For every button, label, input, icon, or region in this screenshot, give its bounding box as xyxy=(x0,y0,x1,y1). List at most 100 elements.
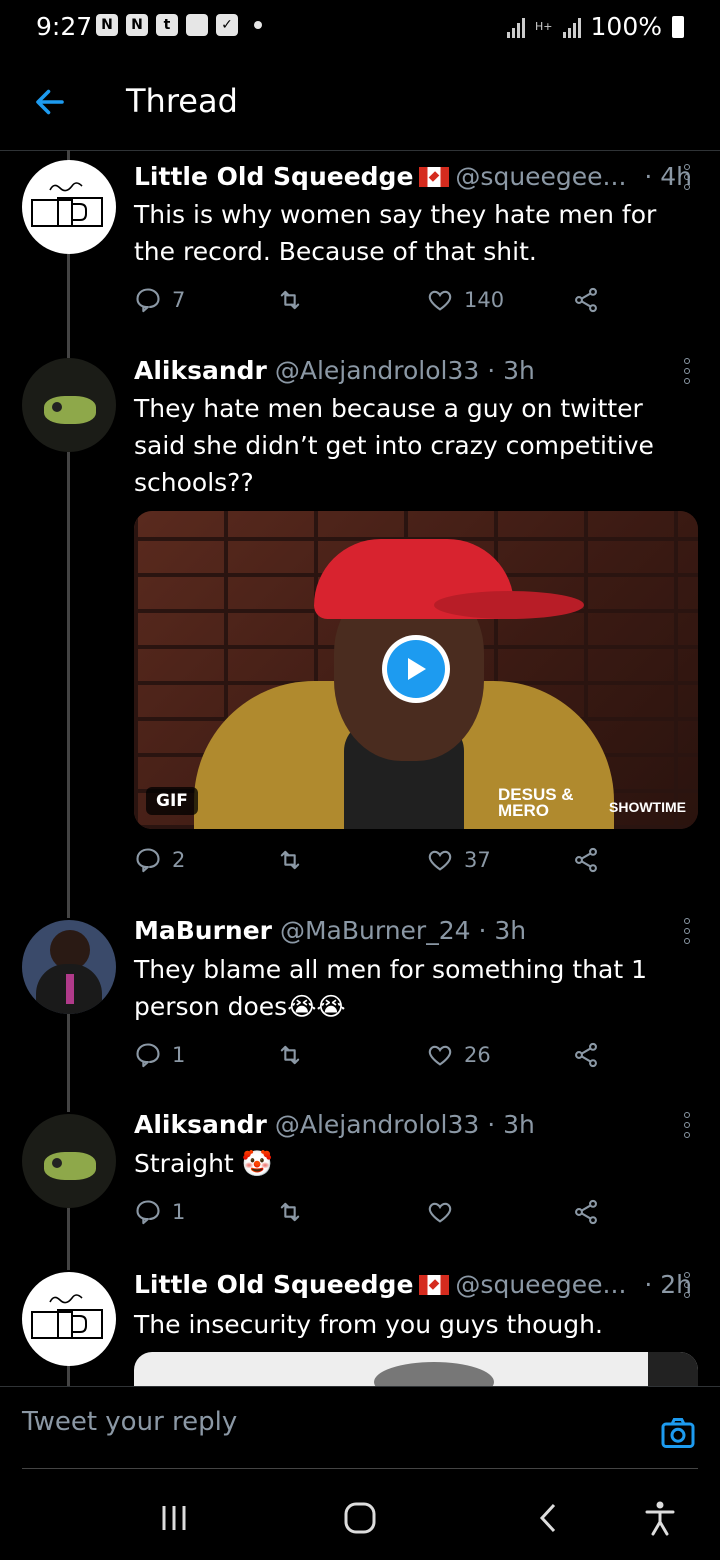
reply-button[interactable]: 7 xyxy=(134,286,185,314)
tweet-actions: 1 xyxy=(134,1198,614,1234)
reply-button[interactable]: 2 xyxy=(134,846,185,874)
camera-icon[interactable] xyxy=(660,1415,696,1451)
page-title: Thread xyxy=(126,82,238,120)
more-options-icon[interactable] xyxy=(682,164,692,190)
tweet-header: MaBurner @MaBurner_24 · 3h xyxy=(134,916,526,945)
like-button[interactable] xyxy=(426,1198,454,1226)
reply-button[interactable]: 1 xyxy=(134,1041,185,1069)
avatar[interactable] xyxy=(22,1272,116,1366)
user-handle[interactable]: @Alejandrolol33 · 3h xyxy=(275,1110,535,1139)
display-name[interactable]: Aliksandr xyxy=(134,356,267,385)
more-notifications-icon xyxy=(254,21,262,29)
n-app-icon: N xyxy=(126,14,148,36)
thread-line xyxy=(67,1014,70,1112)
twitter-icon: t xyxy=(156,14,178,36)
share-icon xyxy=(575,847,597,873)
gif-media[interactable]: GIF DESUS & MERO SHOWTIME xyxy=(134,511,698,829)
share-icon xyxy=(575,287,597,313)
wifi-signal-icon xyxy=(507,16,526,38)
display-name[interactable]: MaBurner xyxy=(134,916,272,945)
retweet-button[interactable] xyxy=(276,286,304,314)
retweet-icon xyxy=(280,1045,300,1065)
battery-percent: 100% xyxy=(590,12,662,41)
recent-apps-button[interactable] xyxy=(154,1498,194,1538)
tweet-text: This is why women say they hate men for … xyxy=(134,200,657,266)
share-button[interactable] xyxy=(572,846,600,874)
tweet-header: Aliksandr @Alejandrolol33 · 3h xyxy=(134,1110,535,1139)
like-button[interactable]: 26 xyxy=(426,1041,491,1069)
more-options-icon[interactable] xyxy=(682,1112,692,1138)
share-button[interactable] xyxy=(572,286,600,314)
more-options-icon[interactable] xyxy=(682,1272,692,1298)
more-options-icon[interactable] xyxy=(682,358,692,384)
accessibility-button[interactable] xyxy=(640,1498,680,1538)
media-brand-logo: DESUS & MERO xyxy=(498,785,574,820)
play-button[interactable] xyxy=(382,635,450,703)
tweet-header: Aliksandr @Alejandrolol33 · 3h xyxy=(134,356,535,385)
canada-flag-icon xyxy=(419,1275,450,1295)
reply-icon xyxy=(136,1043,160,1068)
retweet-icon xyxy=(280,290,300,310)
home-icon xyxy=(344,1502,376,1534)
reply-input[interactable]: Tweet your reply xyxy=(22,1407,237,1437)
tweet-header: Little Old Squeedge @squeegee... · 2h xyxy=(134,1270,692,1299)
thread-line xyxy=(67,452,70,918)
status-right: H+ 100% xyxy=(507,12,684,41)
avatar[interactable] xyxy=(22,920,116,1014)
retweet-button[interactable] xyxy=(276,1198,304,1226)
back-arrow-icon[interactable] xyxy=(32,84,68,120)
user-handle[interactable]: @Alejandrolol33 · 3h xyxy=(275,356,535,385)
user-handle[interactable]: @MaBurner_24 · 3h xyxy=(280,916,526,945)
mug-drawing-icon xyxy=(31,1294,103,1339)
thread-line xyxy=(67,254,70,358)
tweet-actions: 1 26 xyxy=(134,1041,614,1077)
avatar[interactable] xyxy=(22,160,116,254)
share-button[interactable] xyxy=(572,1198,600,1226)
status-time: 9:27 xyxy=(36,12,93,41)
netflix-icon: N xyxy=(96,14,118,36)
battery-icon xyxy=(672,15,684,38)
app-header: Thread xyxy=(0,56,720,151)
user-handle[interactable]: @squeegee... xyxy=(455,162,626,191)
like-button[interactable]: 37 xyxy=(426,846,491,874)
more-options-icon[interactable] xyxy=(682,918,692,944)
thread-line xyxy=(67,1208,70,1270)
image-media[interactable] xyxy=(134,1352,698,1386)
media-figure xyxy=(434,591,584,619)
tweet-actions: 7 140 xyxy=(134,286,614,322)
display-name[interactable]: Aliksandr xyxy=(134,1110,267,1139)
play-icon xyxy=(408,658,426,680)
tweet-text: They blame all men for something that 1 … xyxy=(134,955,647,1021)
share-icon xyxy=(575,1199,597,1225)
reply-bar: Tweet your reply xyxy=(0,1386,720,1469)
reply-button[interactable]: 1 xyxy=(134,1198,185,1226)
cell-signal-icon xyxy=(562,16,581,38)
user-handle[interactable]: @squeegee... xyxy=(455,1270,626,1299)
retweet-button[interactable] xyxy=(276,1041,304,1069)
status-bar: 9:27 N N t ✓ H+ 100% xyxy=(0,0,720,56)
avatar[interactable] xyxy=(22,358,116,452)
share-button[interactable] xyxy=(572,1041,600,1069)
share-icon xyxy=(575,1042,597,1068)
retweet-button[interactable] xyxy=(276,846,304,874)
tweet-header: Little Old Squeedge @squeegee... · 4h xyxy=(134,162,692,191)
display-name[interactable]: Little Old Squeedge xyxy=(134,162,413,191)
like-count: 140 xyxy=(464,288,505,312)
recent-apps-icon xyxy=(162,1506,186,1530)
tweet-text: They hate men because a guy on twitter s… xyxy=(134,394,654,497)
like-button[interactable]: 140 xyxy=(426,286,504,314)
system-nav-bar xyxy=(0,1468,720,1560)
like-count: 26 xyxy=(464,1043,491,1067)
avatar[interactable] xyxy=(22,1114,116,1208)
tweet-text: The insecurity from you guys though. xyxy=(134,1310,603,1339)
reply-icon xyxy=(136,1200,160,1225)
heart-icon xyxy=(428,1202,452,1223)
reply-icon xyxy=(136,848,160,873)
tweet-text: Straight 🤡 xyxy=(134,1149,273,1178)
home-button[interactable] xyxy=(340,1498,380,1538)
display-name[interactable]: Little Old Squeedge xyxy=(134,1270,413,1299)
folder-icon xyxy=(186,14,208,36)
back-button[interactable] xyxy=(528,1498,568,1538)
canada-flag-icon xyxy=(419,167,450,187)
heart-icon xyxy=(428,290,452,311)
